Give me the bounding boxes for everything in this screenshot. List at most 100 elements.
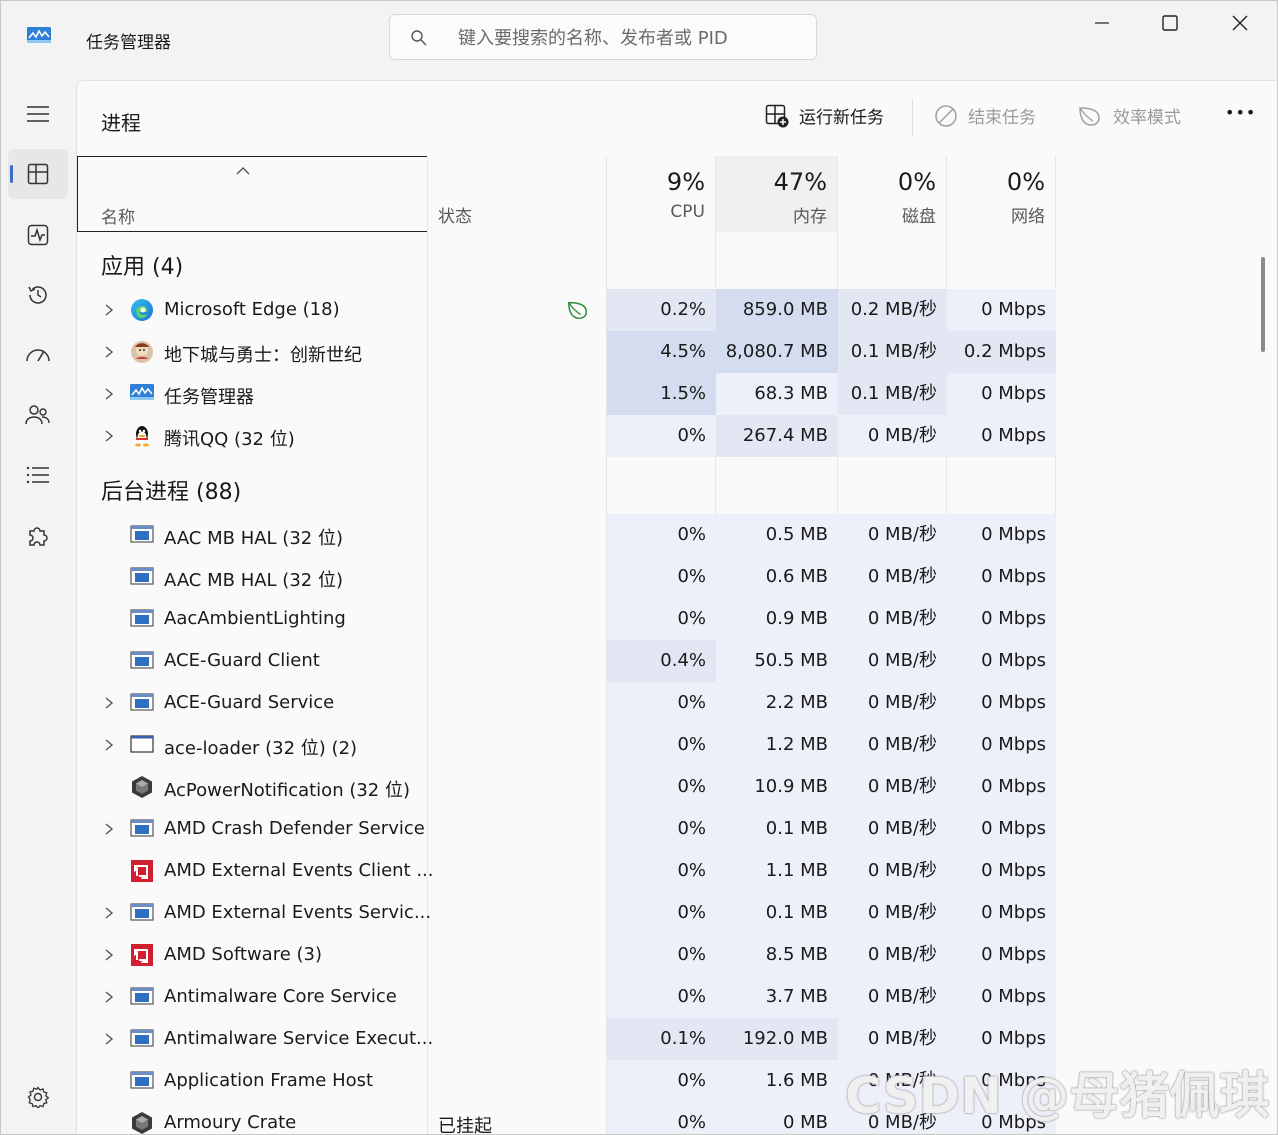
- nav-item-settings[interactable]: [8, 1072, 68, 1122]
- process-row[interactable]: AAC MB HAL (32 位) 0% 0.6 MB 0 MB/秒 0 Mbps: [77, 556, 1057, 598]
- minimize-button[interactable]: [1068, 0, 1136, 46]
- nav-item-startup-apps[interactable]: [8, 330, 68, 380]
- process-name: Antimalware Service Execut...: [164, 1028, 434, 1049]
- process-row[interactable]: AMD External Events Client ... 0% 1.1 MB 0 …: [77, 850, 1057, 892]
- process-row[interactable]: Antimalware Core Service 0% 3.7 MB 0 MB/秒 0 …: [77, 976, 1057, 1018]
- cpu-cell: 4.5%: [607, 331, 716, 373]
- gear-icon: [27, 1086, 49, 1108]
- process-row[interactable]: 任务管理器 1.5% 68.3 MB 0.1 MB/秒 0 Mbps: [77, 373, 1057, 415]
- process-row[interactable]: 腾讯QQ (32 位) 0% 267.4 MB 0 MB/秒 0 Mbps: [77, 415, 1057, 457]
- expand-row-button[interactable]: [103, 343, 115, 358]
- process-name: ACE-Guard Client: [164, 650, 320, 671]
- taskmgr-icon: [130, 382, 154, 406]
- expand-row-button[interactable]: [103, 988, 115, 1003]
- expand-row-button[interactable]: [103, 820, 115, 835]
- watermark: CSDN @母猪佩琪: [845, 1067, 1270, 1125]
- edge-icon: [130, 298, 154, 322]
- expand-row-button[interactable]: [103, 1030, 115, 1045]
- column-header-name[interactable]: 名称: [77, 156, 428, 232]
- search-input[interactable]: [456, 23, 800, 53]
- window-app-icon: [130, 1027, 154, 1051]
- expand-row-button[interactable]: [103, 736, 115, 751]
- column-header-memory[interactable]: 47% 内存: [716, 156, 838, 232]
- process-name: 地下城与勇士：创新世纪: [164, 345, 362, 366]
- end-task-button[interactable]: 结束任务: [934, 103, 1036, 128]
- efficiency-mode-button[interactable]: 效率模式: [1077, 103, 1181, 128]
- process-row[interactable]: Antimalware Service Execut... 0.1% 192.0 M…: [77, 1018, 1057, 1060]
- network-cell: 0 Mbps: [947, 1018, 1056, 1060]
- cpu-cell: 0.2%: [607, 289, 716, 331]
- chevron-right-icon: [105, 823, 114, 835]
- close-button[interactable]: [1206, 0, 1274, 46]
- game-icon: [130, 340, 154, 364]
- processes-panel: 进程 运行新任务 结束任务 效率模式 ••• 名称 状态 9% CPU 47% …: [76, 80, 1277, 1134]
- expand-row-button[interactable]: [103, 694, 115, 709]
- disk-cell: 0 MB/秒: [838, 724, 947, 766]
- vertical-scrollbar[interactable]: [1261, 257, 1265, 352]
- column-header-cpu[interactable]: 9% CPU: [607, 156, 716, 232]
- chevron-right-icon: [105, 304, 114, 316]
- cpu-cell: 0%: [607, 892, 716, 934]
- process-row[interactable]: AMD Software (3) 0% 8.5 MB 0 MB/秒 0 Mbps: [77, 934, 1057, 976]
- memory-cell: 2.2 MB: [716, 682, 838, 724]
- amd-icon: [130, 943, 154, 967]
- disk-cell: 0.1 MB/秒: [838, 331, 947, 373]
- nav-item-services[interactable]: [8, 510, 68, 560]
- chevron-right-icon: [105, 907, 114, 919]
- more-options-button[interactable]: •••: [1225, 103, 1256, 122]
- chevron-right-icon: [105, 346, 114, 358]
- section-header-apps: 应用 (4): [101, 255, 184, 280]
- expand-row-button[interactable]: [103, 904, 115, 919]
- nav-item-performance[interactable]: [8, 210, 68, 260]
- nav-item-users[interactable]: [8, 390, 68, 440]
- search-icon: [411, 30, 427, 46]
- expand-row-button[interactable]: [103, 946, 115, 961]
- cpu-cell: 0%: [607, 808, 716, 850]
- process-row[interactable]: 地下城与勇士：创新世纪 4.5% 8,080.7 MB 0.1 MB/秒 0.2 Mbp…: [77, 331, 1057, 373]
- disk-cell: 0 MB/秒: [838, 556, 947, 598]
- search-box[interactable]: [389, 14, 817, 60]
- process-row[interactable]: AcPowerNotification (32 位) 0% 10.9 MB 0 MB/…: [77, 766, 1057, 808]
- network-cell: 0 Mbps: [947, 640, 1056, 682]
- startup-gauge-icon: [26, 349, 50, 362]
- chevron-right-icon: [105, 430, 114, 442]
- network-cell: 0 Mbps: [947, 556, 1056, 598]
- cpu-cell: 0%: [607, 415, 716, 457]
- network-cell: 0 Mbps: [947, 850, 1056, 892]
- services-puzzle-icon: [29, 527, 48, 546]
- process-row[interactable]: AMD External Events Servic... 0% 0.1 MB 0 M…: [77, 892, 1057, 934]
- nav-item-processes[interactable]: [8, 149, 68, 199]
- window-app-icon: [130, 649, 154, 673]
- process-row[interactable]: ACE-Guard Service 0% 2.2 MB 0 MB/秒 0 Mbps: [77, 682, 1057, 724]
- chevron-right-icon: [105, 739, 114, 751]
- nav-active-indicator: [10, 165, 13, 183]
- run-new-task-button[interactable]: 运行新任务: [765, 103, 884, 128]
- disk-cell: 0 MB/秒: [838, 682, 947, 724]
- column-header-network[interactable]: 0% 网络: [947, 156, 1056, 232]
- process-name: AcPowerNotification (32 位): [164, 780, 410, 801]
- maximize-button[interactable]: [1136, 0, 1204, 46]
- process-row[interactable]: AMD Crash Defender Service 0% 0.1 MB 0 MB/秒…: [77, 808, 1057, 850]
- history-icon: [28, 286, 47, 304]
- nav-item-details[interactable]: [8, 450, 68, 500]
- cpu-cell: 0.4%: [607, 640, 716, 682]
- process-row[interactable]: AAC MB HAL (32 位) 0% 0.5 MB 0 MB/秒 0 Mbps: [77, 514, 1057, 556]
- process-row[interactable]: AacAmbientLighting 0% 0.9 MB 0 MB/秒 0 Mbps: [77, 598, 1057, 640]
- memory-cell: 68.3 MB: [716, 373, 838, 415]
- process-name: AAC MB HAL (32 位): [164, 528, 343, 549]
- process-row[interactable]: ace-loader (32 位) (2) 0% 1.2 MB 0 MB/秒 0 Mbp…: [77, 724, 1057, 766]
- nav-item-app-history[interactable]: [8, 270, 68, 320]
- expand-row-button[interactable]: [103, 301, 115, 316]
- process-row[interactable]: ACE-Guard Client 0.4% 50.5 MB 0 MB/秒 0 Mbps: [77, 640, 1057, 682]
- expand-row-button[interactable]: [103, 385, 115, 400]
- column-header-disk[interactable]: 0% 磁盘: [838, 156, 947, 232]
- hexagon-app-icon: [130, 775, 154, 799]
- column-header-status[interactable]: 状态: [428, 156, 607, 232]
- expand-row-button[interactable]: [103, 427, 115, 442]
- process-row[interactable]: Microsoft Edge (18) 0.2% 859.0 MB 0.2 MB/秒 0…: [77, 289, 1057, 331]
- cpu-cell: 0%: [607, 934, 716, 976]
- cpu-cell: 0%: [607, 682, 716, 724]
- nav-menu-button[interactable]: [8, 89, 68, 139]
- cpu-cell: 0%: [607, 1102, 716, 1134]
- chevron-right-icon: [105, 991, 114, 1003]
